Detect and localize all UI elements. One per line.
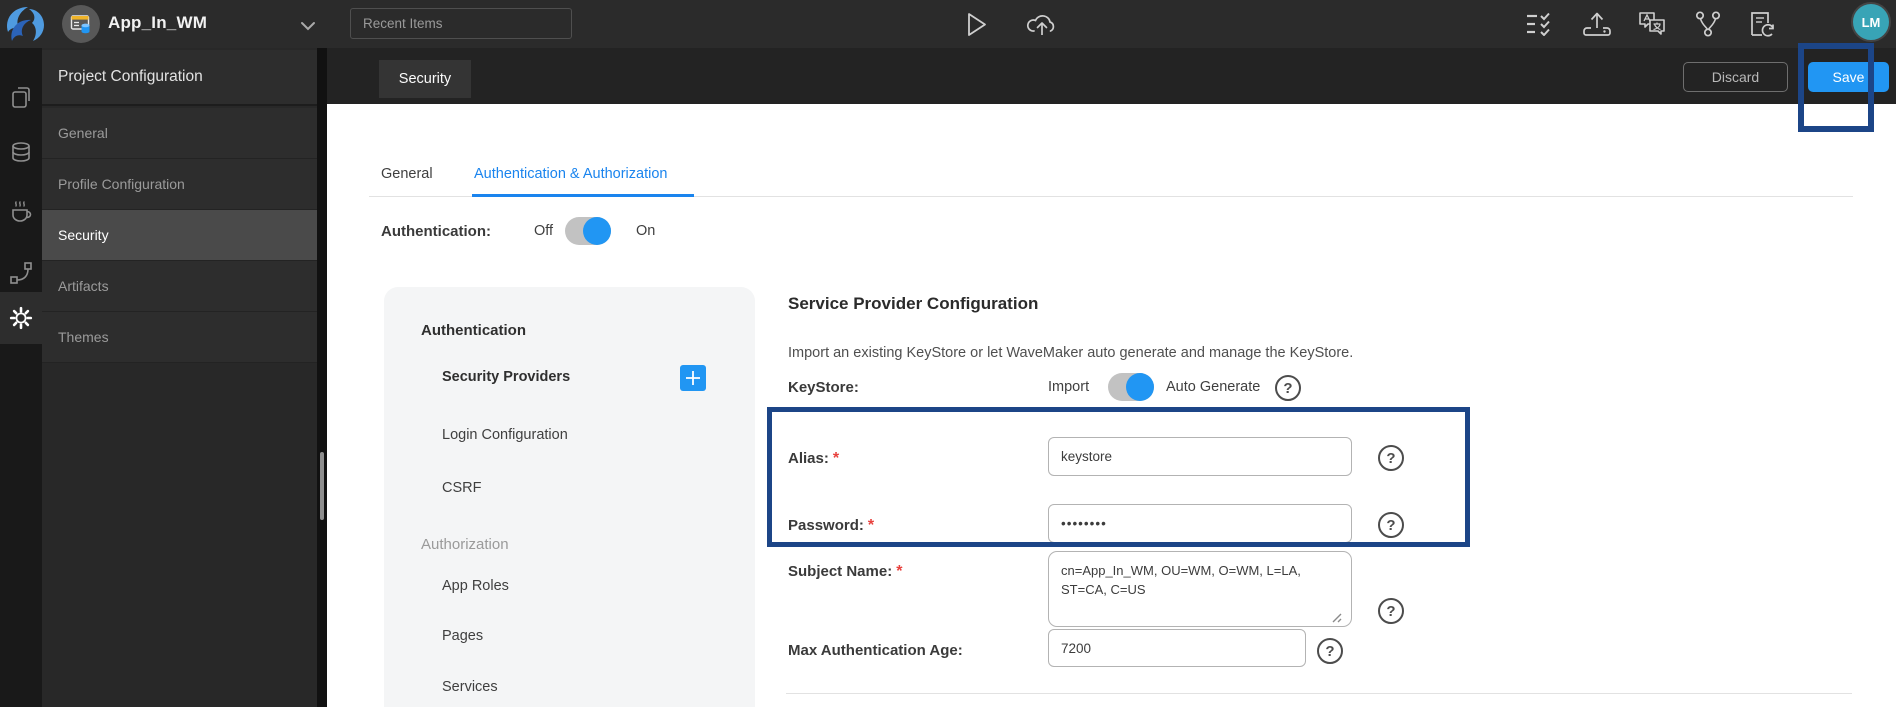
password-input[interactable] [1048,504,1352,543]
database-icon[interactable] [0,127,42,179]
app-icon [62,5,100,43]
save-button[interactable]: Save [1808,62,1889,92]
tab-general[interactable]: General [381,166,433,182]
keystore-import-label: Import [1048,379,1090,395]
recent-items-input[interactable] [350,8,572,39]
alias-input[interactable] [1048,437,1352,476]
export-drive-icon[interactable] [1580,8,1614,40]
authentication-label: Authentication: [381,223,491,240]
active-tab-underline [472,194,694,197]
keystore-auto-generate-label: Auto Generate [1166,379,1261,395]
branch-icon[interactable] [1691,8,1725,40]
subnav-item-app-roles[interactable]: App Roles [442,578,509,594]
section-description: Import an existing KeyStore or let WaveM… [788,345,1354,361]
user-avatar[interactable]: LM [1851,2,1891,42]
chevron-down-icon[interactable] [300,18,316,36]
sidebar-scroll-track [317,48,327,707]
required-asterisk: * [896,563,903,580]
cloud-deploy-icon[interactable] [1025,8,1059,40]
top-bar: App_In_WM Recent Items LM [0,0,1896,48]
password-label: Password: * [788,517,875,534]
main-header-bar: Security Discard Save [327,48,1896,104]
password-help-icon[interactable]: ? [1378,512,1404,538]
security-subnav-panel: Authentication Security Providers Login … [384,287,755,707]
discard-button[interactable]: Discard [1683,62,1788,92]
subject-name-textarea[interactable]: cn=App_In_WM, OU=WM, O=WM, L=LA, ST=CA, … [1048,551,1352,627]
subject-name-help-icon[interactable]: ? [1378,598,1404,624]
settings-gear-icon[interactable] [0,292,42,344]
project-config-sidebar: Project Configuration General Profile Co… [42,48,317,707]
keystore-toggle[interactable] [1108,373,1154,401]
authentication-on-label: On [636,223,656,239]
alias-label: Alias: * [788,450,840,467]
subnav-item-services[interactable]: Services [442,679,498,695]
checklist-icon[interactable] [1522,8,1556,40]
subnav-section-authorization: Authorization [421,536,509,553]
toggle-knob [1126,373,1154,401]
open-page-tab-security[interactable]: Security [379,60,471,98]
keystore-help-icon[interactable]: ? [1275,375,1301,401]
sidebar-scrollbar[interactable] [320,452,324,520]
project-title: App_In_WM [108,13,208,32]
subject-name-label: Subject Name: * [788,563,903,580]
section-divider [786,693,1852,694]
wavemaker-logo-icon [3,2,47,51]
toggle-knob [583,217,611,245]
java-services-icon[interactable] [0,187,42,239]
translate-icon[interactable] [1635,8,1669,40]
run-play-icon[interactable] [960,8,994,40]
add-security-provider-button[interactable] [680,365,706,391]
subnav-item-security-providers[interactable]: Security Providers [442,369,570,385]
required-asterisk: * [867,517,875,534]
subnav-item-login-configuration[interactable]: Login Configuration [442,427,568,443]
tab-authentication-authorization[interactable]: Authentication & Authorization [474,166,667,182]
authentication-toggle[interactable] [565,217,611,245]
sidebar-item-profile-configuration[interactable]: Profile Configuration [42,159,317,210]
sidebar-item-artifacts[interactable]: Artifacts [42,261,317,312]
max-auth-age-input[interactable] [1048,629,1306,667]
required-asterisk: * [832,450,840,467]
max-auth-age-label: Max Authentication Age: [788,642,963,659]
wavemaker-studio-window: App_In_WM Recent Items LM Project Config… [0,0,1896,707]
subnav-section-authentication: Authentication [421,322,526,339]
max-auth-age-help-icon[interactable]: ? [1317,638,1343,664]
section-heading: Service Provider Configuration [788,294,1039,313]
sidebar-item-themes[interactable]: Themes [42,312,317,363]
sidebar-item-general[interactable]: General [42,108,317,159]
left-icon-rail [0,48,42,707]
alias-help-icon[interactable]: ? [1378,445,1404,471]
pages-icon[interactable] [0,71,42,123]
sidebar-title: Project Configuration [42,50,317,106]
resize-grip-icon[interactable] [1330,610,1342,628]
subnav-item-pages[interactable]: Pages [442,628,483,644]
sidebar-item-security[interactable]: Security [42,210,317,261]
subnav-item-csrf[interactable]: CSRF [442,480,481,496]
authentication-off-label: Off [534,223,554,239]
file-sync-icon[interactable] [1745,8,1779,40]
keystore-label: KeyStore: [788,379,859,396]
